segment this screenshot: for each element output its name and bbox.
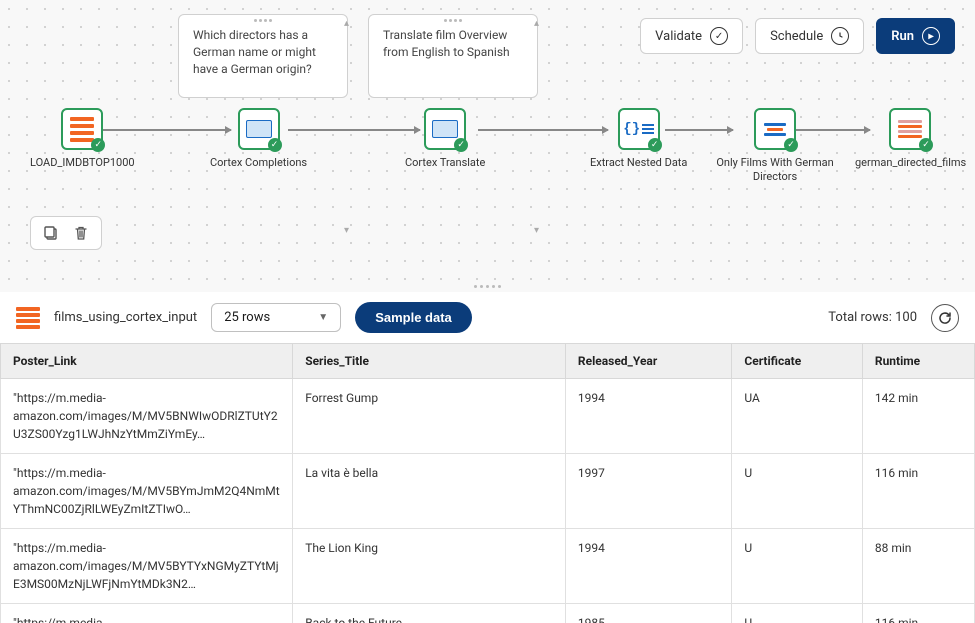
rows-selector[interactable]: 25 rows ▼ bbox=[211, 303, 341, 332]
table-cell: La vita è bella bbox=[293, 454, 566, 529]
panel-resize-handle[interactable] bbox=[0, 280, 975, 292]
rows-selector-value: 25 rows bbox=[224, 310, 270, 325]
table-cell: 142 min bbox=[862, 379, 974, 454]
cortex-icon: ✓ bbox=[238, 108, 280, 150]
table-cell: The Lion King bbox=[293, 529, 566, 604]
node-extract-nested-data[interactable]: {} ✓ Extract Nested Data bbox=[590, 108, 687, 170]
check-icon: ✓ bbox=[710, 27, 728, 45]
node-label: Cortex Translate bbox=[405, 156, 485, 170]
table-cell: "https://m.media-amazon.com/images/M/MV5… bbox=[1, 604, 293, 623]
edge bbox=[288, 129, 420, 131]
refresh-icon bbox=[938, 311, 952, 325]
run-label: Run bbox=[891, 29, 914, 44]
node-cortex-translate[interactable]: ✓ Cortex Translate bbox=[405, 108, 485, 170]
data-panel-header: films_using_cortex_input 25 rows ▼ Sampl… bbox=[0, 292, 975, 343]
column-header[interactable]: Series_Title bbox=[293, 344, 566, 379]
table-cell: "https://m.media-amazon.com/images/M/MV5… bbox=[1, 454, 293, 529]
table-cell: "https://m.media-amazon.com/images/M/MV5… bbox=[1, 379, 293, 454]
filter-icon: ✓ bbox=[754, 108, 796, 150]
annotation-text: Which directors has a German name or mig… bbox=[193, 28, 316, 76]
table-cell: 1994 bbox=[565, 379, 731, 454]
refresh-button[interactable] bbox=[931, 304, 959, 332]
table-cell: 116 min bbox=[862, 454, 974, 529]
annotation-text: Translate film Overview from English to … bbox=[383, 28, 510, 59]
delete-button[interactable] bbox=[71, 223, 91, 243]
column-header[interactable]: Certificate bbox=[732, 344, 863, 379]
load-icon: ✓ bbox=[61, 108, 103, 150]
table-cell: U bbox=[732, 529, 863, 604]
total-rows-label: Total rows: 100 bbox=[828, 310, 917, 325]
validate-label: Validate bbox=[655, 29, 702, 44]
column-header[interactable]: Released_Year bbox=[565, 344, 731, 379]
cortex-icon: ✓ bbox=[424, 108, 466, 150]
json-icon: {} ✓ bbox=[618, 108, 660, 150]
edge bbox=[478, 129, 608, 131]
play-icon: ▸ bbox=[922, 27, 940, 45]
table-icon bbox=[16, 307, 40, 329]
copy-button[interactable] bbox=[41, 223, 61, 243]
validate-button[interactable]: Validate ✓ bbox=[640, 18, 743, 54]
canvas-edit-toolbar bbox=[30, 216, 102, 250]
scroll-hint-icon: ▴ bbox=[534, 18, 539, 29]
node-cortex-completions[interactable]: ✓ Cortex Completions bbox=[210, 108, 307, 170]
node-label: Cortex Completions bbox=[210, 156, 307, 170]
table-cell: 116 min bbox=[862, 604, 974, 623]
table-row[interactable]: "https://m.media-amazon.com/images/M/MV5… bbox=[1, 454, 975, 529]
data-panel-title: films_using_cortex_input bbox=[54, 310, 197, 325]
table-cell: 1994 bbox=[565, 529, 731, 604]
column-header[interactable]: Poster_Link bbox=[1, 344, 293, 379]
column-header[interactable]: Runtime bbox=[862, 344, 974, 379]
table-cell: Back to the Future bbox=[293, 604, 566, 623]
table-cell: 88 min bbox=[862, 529, 974, 604]
table-cell: 1985 bbox=[565, 604, 731, 623]
node-label: Extract Nested Data bbox=[590, 156, 687, 170]
scroll-hint-icon: ▾ bbox=[344, 225, 349, 236]
scroll-hint-icon: ▴ bbox=[344, 18, 349, 29]
data-table-wrap[interactable]: Poster_Link Series_Title Released_Year C… bbox=[0, 343, 975, 623]
table-row[interactable]: "https://m.media-amazon.com/images/M/MV5… bbox=[1, 529, 975, 604]
scroll-hint-icon: ▾ bbox=[534, 225, 539, 236]
node-label: LOAD_IMDBTOP1000 bbox=[30, 156, 135, 170]
table-cell: U bbox=[732, 454, 863, 529]
table-cell: "https://m.media-amazon.com/images/M/MV5… bbox=[1, 529, 293, 604]
schedule-button[interactable]: Schedule bbox=[755, 18, 864, 54]
table-row[interactable]: "https://m.media-amazon.com/images/M/MV5… bbox=[1, 604, 975, 623]
canvas-toolbar: Validate ✓ Schedule Run ▸ bbox=[640, 18, 955, 54]
table-cell: U bbox=[732, 604, 863, 623]
schedule-label: Schedule bbox=[770, 29, 823, 44]
table-row[interactable]: "https://m.media-amazon.com/images/M/MV5… bbox=[1, 379, 975, 454]
data-table: Poster_Link Series_Title Released_Year C… bbox=[0, 343, 975, 623]
run-button[interactable]: Run ▸ bbox=[876, 18, 955, 54]
output-icon: ✓ bbox=[889, 108, 931, 150]
node-german-directed-films[interactable]: ✓ german_directed_films bbox=[855, 108, 965, 170]
node-label: Only Films With German Directors bbox=[715, 156, 835, 185]
table-cell: 1997 bbox=[565, 454, 731, 529]
annotation-cortex-translate[interactable]: Translate film Overview from English to … bbox=[368, 14, 538, 98]
table-header-row: Poster_Link Series_Title Released_Year C… bbox=[1, 344, 975, 379]
sample-data-button[interactable]: Sample data bbox=[355, 302, 472, 333]
annotation-cortex-completions[interactable]: Which directors has a German name or mig… bbox=[178, 14, 348, 98]
clock-icon bbox=[831, 27, 849, 45]
node-label: german_directed_films bbox=[855, 156, 965, 170]
table-cell: UA bbox=[732, 379, 863, 454]
chevron-down-icon: ▼ bbox=[318, 312, 328, 323]
node-load-imdbtop1000[interactable]: ✓ LOAD_IMDBTOP1000 bbox=[30, 108, 135, 170]
table-cell: Forrest Gump bbox=[293, 379, 566, 454]
node-only-german-directors[interactable]: ✓ Only Films With German Directors bbox=[715, 108, 835, 185]
pipeline-canvas[interactable]: Validate ✓ Schedule Run ▸ Which director… bbox=[0, 0, 975, 280]
